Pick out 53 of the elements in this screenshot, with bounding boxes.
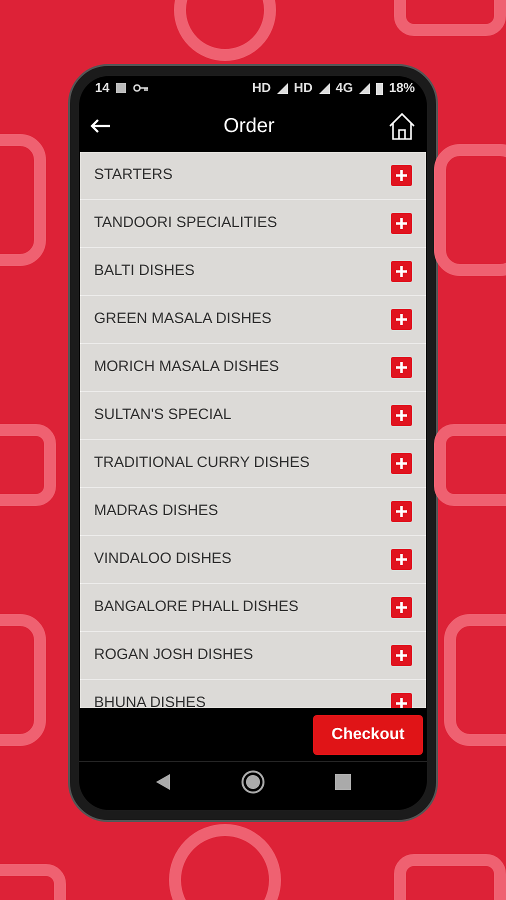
network-label: HD xyxy=(252,79,271,98)
category-label[interactable]: MADRAS DISHES xyxy=(94,500,218,523)
add-button[interactable] xyxy=(391,549,412,570)
plus-icon xyxy=(395,505,408,518)
category-label[interactable]: BALTI DISHES xyxy=(94,260,195,283)
plus-icon xyxy=(395,313,408,326)
category-label[interactable]: ROGAN JOSH DISHES xyxy=(94,644,254,667)
category-label[interactable]: VINDALOO DISHES xyxy=(94,548,232,571)
add-button[interactable] xyxy=(391,501,412,522)
checkout-button[interactable]: Checkout xyxy=(313,714,423,754)
add-button[interactable] xyxy=(391,309,412,330)
add-button[interactable] xyxy=(391,357,412,378)
key-icon xyxy=(133,84,150,92)
plus-icon xyxy=(395,553,408,566)
network-label: 4G xyxy=(336,79,353,98)
add-button[interactable] xyxy=(391,693,412,708)
add-button[interactable] xyxy=(391,597,412,618)
signal-icon xyxy=(318,82,330,94)
signal-icon xyxy=(358,82,370,94)
back-icon[interactable] xyxy=(155,773,171,791)
add-button[interactable] xyxy=(391,213,412,234)
plus-icon xyxy=(395,409,408,422)
category-label[interactable]: TRADITIONAL CURRY DISHES xyxy=(94,452,310,475)
category-label[interactable]: SULTAN'S SPECIAL xyxy=(94,404,232,427)
plus-icon xyxy=(395,649,408,662)
category-label[interactable]: STARTERS xyxy=(94,164,173,187)
plus-icon xyxy=(395,457,408,470)
plus-icon xyxy=(395,361,408,374)
add-button[interactable] xyxy=(391,261,412,282)
category-label[interactable]: BHUNA DISHES xyxy=(94,692,206,708)
plus-icon xyxy=(395,265,408,278)
home-button-icon[interactable] xyxy=(241,770,265,794)
network-label: HD xyxy=(294,79,313,98)
plus-icon xyxy=(395,601,408,614)
add-button[interactable] xyxy=(391,405,412,426)
plus-icon xyxy=(395,697,408,708)
status-time: 14 xyxy=(95,79,110,98)
category-label[interactable]: MORICH MASALA DISHES xyxy=(94,356,280,379)
category-label[interactable]: BANGALORE PHALL DISHES xyxy=(94,596,299,619)
battery-level: 18% xyxy=(388,79,415,98)
plus-icon xyxy=(395,217,408,230)
add-button[interactable] xyxy=(391,645,412,666)
screen-title: Order xyxy=(222,114,276,139)
home-icon[interactable] xyxy=(387,111,417,141)
battery-icon xyxy=(376,82,383,94)
category-label[interactable]: GREEN MASALA DISHES xyxy=(94,308,272,331)
back-arrow-icon[interactable] xyxy=(89,118,111,134)
notification-icon xyxy=(115,82,128,94)
add-button[interactable] xyxy=(391,165,412,186)
plus-icon xyxy=(395,169,408,182)
add-button[interactable] xyxy=(391,453,412,474)
signal-icon xyxy=(276,82,288,94)
category-label[interactable]: TANDOORI SPECIALITIES xyxy=(94,212,278,235)
